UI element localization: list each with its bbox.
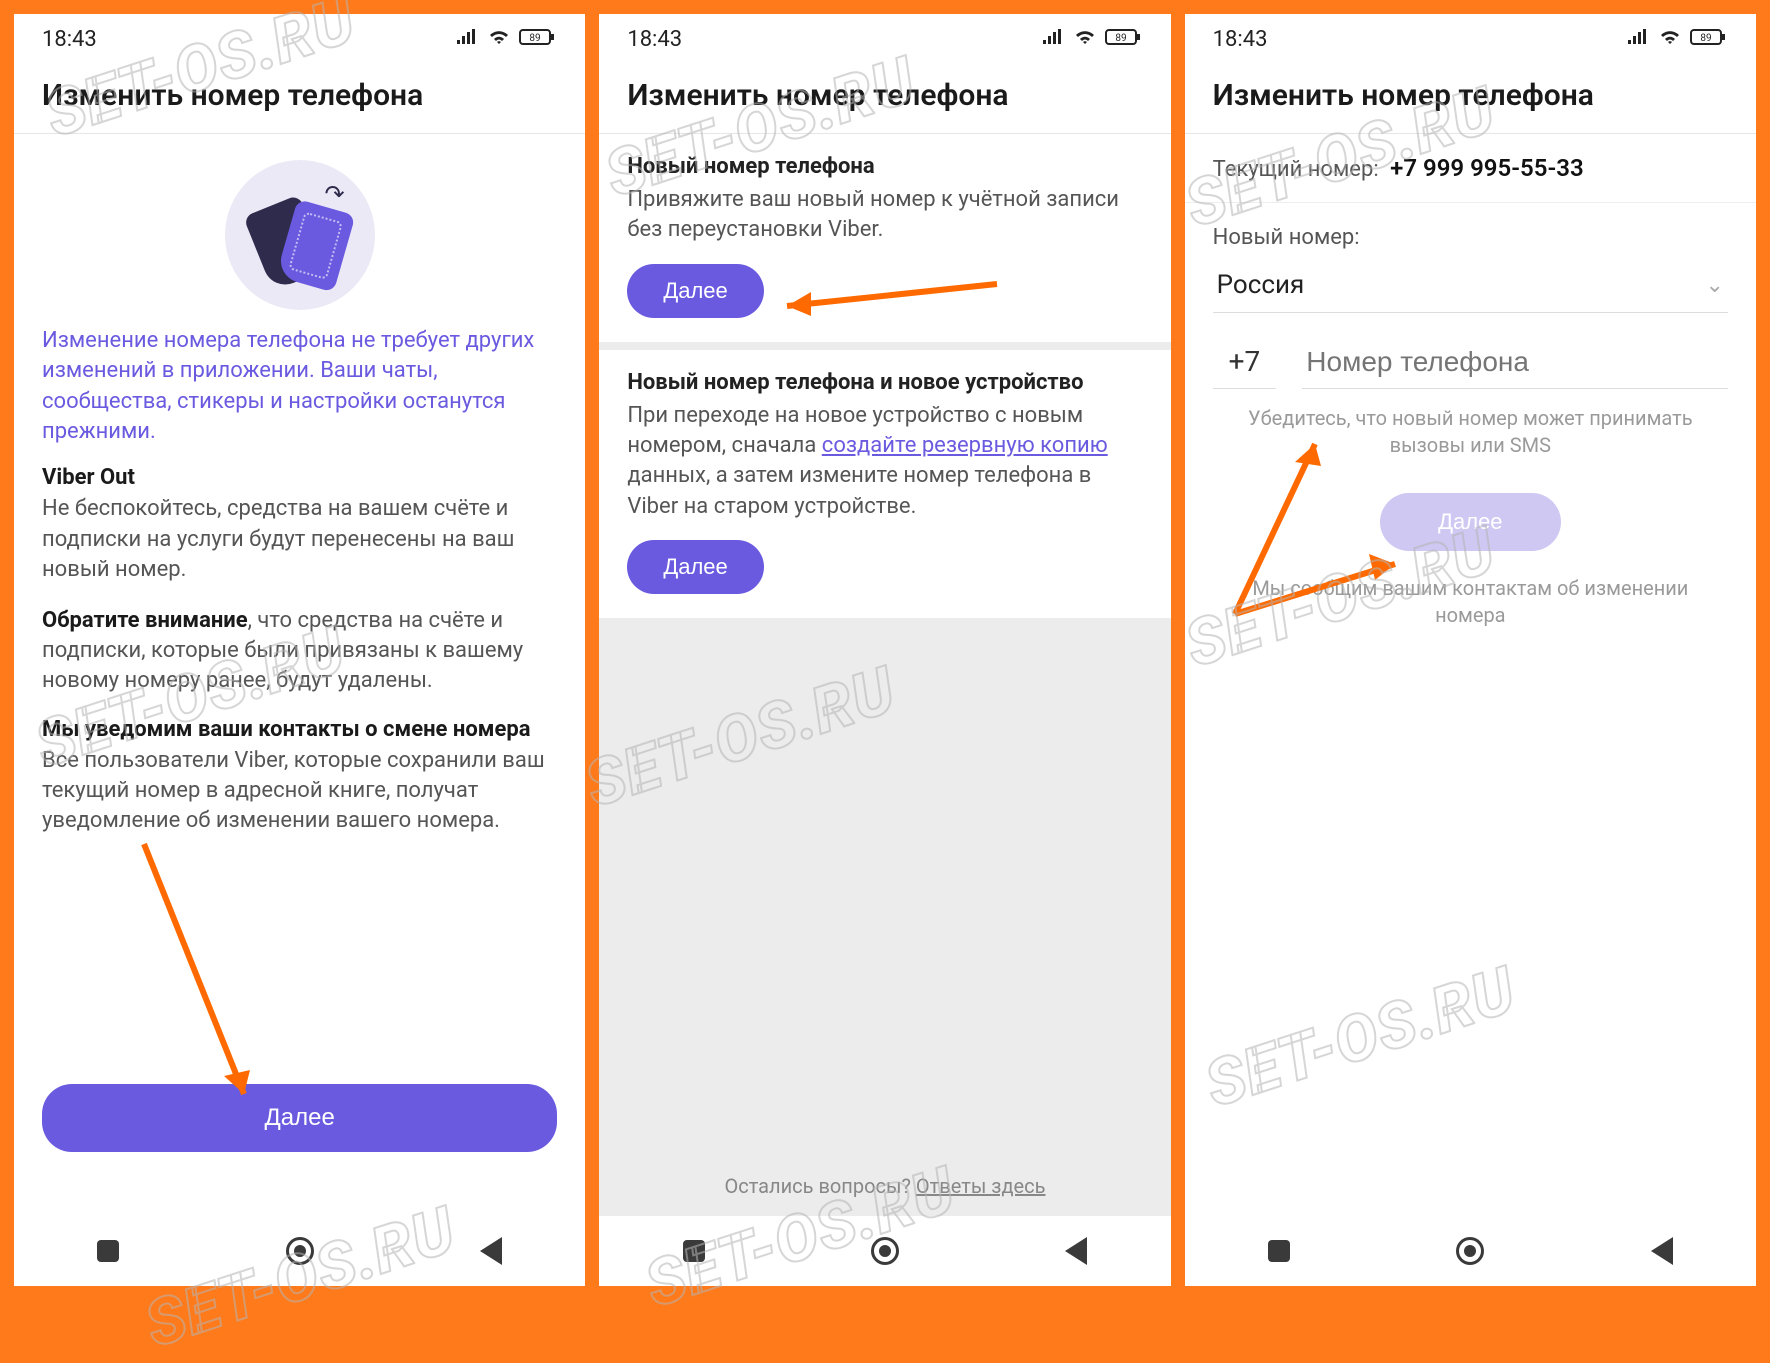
notify-block: Мы уведомим ваши контакты о смене номера… — [14, 717, 585, 857]
signal-icon — [455, 27, 479, 52]
viber-out-title: Viber Out — [42, 465, 557, 490]
notify-title: Мы уведомим ваши контакты о смене номера — [42, 717, 557, 742]
backup-link[interactable]: создайте резервную копию — [822, 433, 1108, 458]
status-bar: 18:43 89 — [14, 14, 585, 64]
page-header: Изменить номер телефона — [1185, 64, 1756, 134]
country-value: Россия — [1217, 270, 1305, 300]
status-icons: 89 — [1041, 27, 1143, 52]
faq-link[interactable]: Ответы здесь — [916, 1174, 1046, 1198]
viber-out-block: Viber Out Не беспокойтесь, средства на в… — [14, 465, 585, 605]
svg-text:89: 89 — [1115, 33, 1126, 44]
status-bar: 18:43 89 — [599, 14, 1170, 64]
signal-icon — [1041, 27, 1065, 52]
nav-recent-icon[interactable] — [97, 1240, 119, 1262]
page-header: Изменить номер телефона — [14, 64, 585, 134]
android-navbar — [599, 1216, 1170, 1286]
next-button-2[interactable]: Далее — [627, 540, 763, 594]
screen1-content: ↷ Изменение номера телефона не требует д… — [14, 134, 585, 1216]
current-number-value: +7 999 995-55-33 — [1390, 154, 1584, 182]
battery-icon: 89 — [519, 27, 557, 52]
phone-screen-2: 18:43 89 Изменить номер телефона Новый н… — [599, 14, 1170, 1286]
nav-recent-icon[interactable] — [1268, 1240, 1290, 1262]
country-code[interactable]: +7 — [1213, 339, 1277, 389]
wifi-icon — [1658, 27, 1682, 52]
nav-home-icon[interactable] — [1456, 1237, 1484, 1265]
battery-icon: 89 — [1690, 27, 1728, 52]
page-title: Изменить номер телефона — [1213, 78, 1728, 113]
nav-back-icon[interactable] — [480, 1237, 502, 1265]
svg-text:89: 89 — [1700, 33, 1711, 44]
signal-icon — [1626, 27, 1650, 52]
intro-text: Изменение номера телефона не требует дру… — [14, 320, 585, 465]
wifi-icon — [1073, 27, 1097, 52]
phone-number-input[interactable] — [1302, 340, 1728, 389]
svg-text:89: 89 — [530, 33, 541, 44]
section-title: Новый номер телефона и новое устройство — [627, 370, 1142, 395]
screen3-content: Текущий номер: +7 999 995-55-33 Новый но… — [1185, 134, 1756, 1216]
sim-swap-illustration: ↷ — [225, 160, 375, 310]
contacts-note: Мы сообщим вашим контактам об изменении … — [1185, 575, 1756, 629]
phone-screen-3: 18:43 89 Изменить номер телефона Текущий… — [1185, 14, 1756, 1286]
android-navbar — [1185, 1216, 1756, 1286]
nav-home-icon[interactable] — [871, 1237, 899, 1265]
current-number-row: Текущий номер: +7 999 995-55-33 — [1185, 134, 1756, 203]
new-number-label: Новый номер: — [1185, 203, 1756, 260]
faq-footer: Остались вопросы? Ответы здесь — [599, 1174, 1170, 1198]
nav-recent-icon[interactable] — [683, 1240, 705, 1262]
battery-icon: 89 — [1105, 27, 1143, 52]
page-header: Изменить номер телефона — [599, 64, 1170, 134]
notify-text: Все пользователи Viber, которые сохранил… — [42, 746, 557, 837]
page-title: Изменить номер телефона — [42, 78, 557, 113]
next-button-1[interactable]: Далее — [627, 264, 763, 318]
status-icons: 89 — [455, 27, 557, 52]
next-button-disabled: Далее — [1380, 493, 1560, 551]
phone-input-row: +7 — [1213, 339, 1728, 389]
page-title: Изменить номер телефона — [627, 78, 1142, 113]
section-text: При переходе на новое устройство с новым… — [627, 401, 1142, 522]
country-select[interactable]: Россия ⌄ — [1213, 260, 1728, 313]
phone-screen-1: 18:43 89 Изменить номер телефона ↷ Измен… — [14, 14, 585, 1286]
android-navbar — [14, 1216, 585, 1286]
wifi-icon — [487, 27, 511, 52]
current-number-label: Текущий номер: — [1213, 157, 1379, 182]
next-button[interactable]: Далее — [42, 1084, 557, 1152]
chevron-down-icon: ⌄ — [1706, 273, 1724, 298]
status-time: 18:43 — [1213, 27, 1268, 52]
status-time: 18:43 — [42, 27, 97, 52]
section-title: Новый номер телефона — [627, 154, 1142, 179]
attention-block: Обратите внимание, что средства на счёте… — [14, 606, 585, 717]
screen2-content: Новый номер телефона Привяжите ваш новый… — [599, 134, 1170, 1216]
section-text: Привяжите ваш новый номер к учётной запи… — [627, 185, 1142, 246]
nav-home-icon[interactable] — [286, 1237, 314, 1265]
status-bar: 18:43 89 — [1185, 14, 1756, 64]
new-device-section: Новый номер телефона и новое устройство … — [599, 342, 1170, 618]
sms-hint: Убедитесь, что новый номер может принима… — [1185, 395, 1756, 459]
attention-text: Обратите внимание, что средства на счёте… — [42, 606, 557, 697]
status-time: 18:43 — [627, 27, 682, 52]
new-number-section: Новый номер телефона Привяжите ваш новый… — [599, 134, 1170, 342]
status-icons: 89 — [1626, 27, 1728, 52]
nav-back-icon[interactable] — [1065, 1237, 1087, 1265]
nav-back-icon[interactable] — [1651, 1237, 1673, 1265]
viber-out-text: Не беспокойтесь, средства на вашем счёте… — [42, 494, 557, 585]
